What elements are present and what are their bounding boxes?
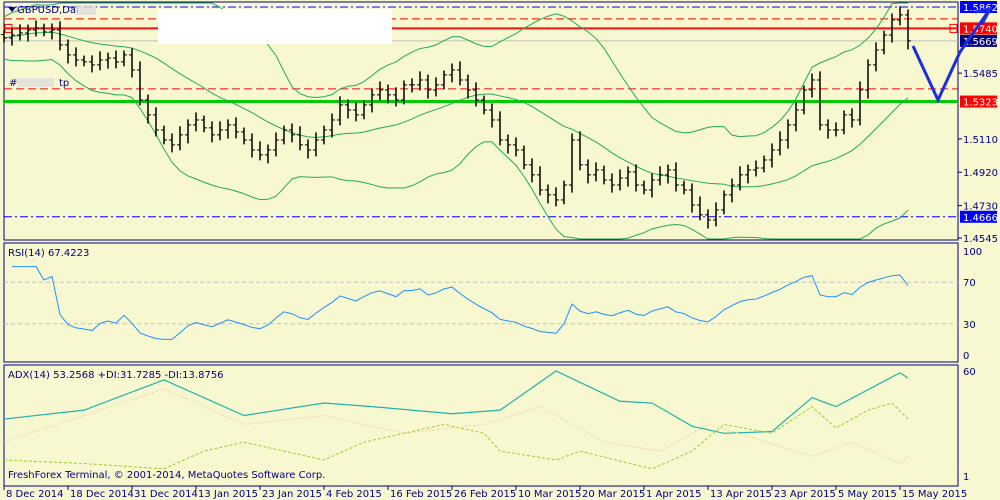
redacted-timeframe xyxy=(76,5,96,15)
date-tick-label: 15 May 2015 xyxy=(902,489,967,500)
rsi-tick-100: 100 xyxy=(963,247,982,258)
order-label-prefix: # xyxy=(9,78,17,89)
redacted-order-id xyxy=(17,78,54,87)
rsi-tick-0: 0 xyxy=(963,351,969,362)
order-label-suffix: tp xyxy=(59,78,69,89)
date-tick-label: 10 Mar 2015 xyxy=(518,489,581,500)
copyright-text: FreshForex Terminal, © 2001-2014, MetaQu… xyxy=(8,470,325,481)
date-tick-label: 13 Apr 2015 xyxy=(710,489,772,500)
date-tick-label: 26 Feb 2015 xyxy=(454,489,516,500)
price-label-red: 1.5740 xyxy=(963,24,998,35)
adx-tick-1: 1 xyxy=(963,472,969,483)
date-tick-label: 16 Feb 2015 xyxy=(390,489,452,500)
date-tick-label: 5 May 2015 xyxy=(838,489,897,500)
date-tick-label: 8 Dec 2014 xyxy=(6,489,64,500)
date-tick-label: 18 Dec 2014 xyxy=(70,489,134,500)
adx-title: ADX(14) 53.2568 +DI:31.7285 -DI:13.8756 xyxy=(8,370,224,381)
date-axis: 8 Dec 2014 18 Dec 2014 31 Dec 2014 13 Jan 2… xyxy=(3,486,967,500)
price-label-blue: 1.4666 xyxy=(963,213,998,224)
price-tick-label: 1.4920 xyxy=(963,168,998,179)
price-tick-label: 1.5485 xyxy=(963,69,998,80)
symbol-label: GBPUSD,Dai xyxy=(17,5,79,16)
price-tick-label: 1.4545 xyxy=(963,234,998,245)
date-tick-label: 23 Jan 2015 xyxy=(262,489,322,500)
date-tick-label: 4 Feb 2015 xyxy=(326,489,382,500)
price-label-red: 1.5323 xyxy=(963,98,998,109)
date-tick-label: 23 Apr 2015 xyxy=(774,489,836,500)
date-tick-label: 31 Dec 2014 xyxy=(134,489,198,500)
adx-tick-60: 60 xyxy=(963,367,976,378)
chart-canvas[interactable]: 8 Dec 2014 18 Dec 2014 31 Dec 2014 13 Jan 2… xyxy=(0,0,1000,500)
date-tick-label: 13 Jan 2015 xyxy=(198,489,258,500)
redacted-box xyxy=(158,9,392,44)
background xyxy=(0,0,1000,500)
rsi-tick-30: 30 xyxy=(963,320,976,331)
rsi-tick-70: 70 xyxy=(963,278,976,289)
date-tick-label: 20 Mar 2015 xyxy=(582,489,645,500)
price-tick-label: 1.5110 xyxy=(963,135,998,146)
rsi-title: RSI(14) 67.4223 xyxy=(8,248,89,259)
date-tick-label: 1 Apr 2015 xyxy=(646,489,701,500)
